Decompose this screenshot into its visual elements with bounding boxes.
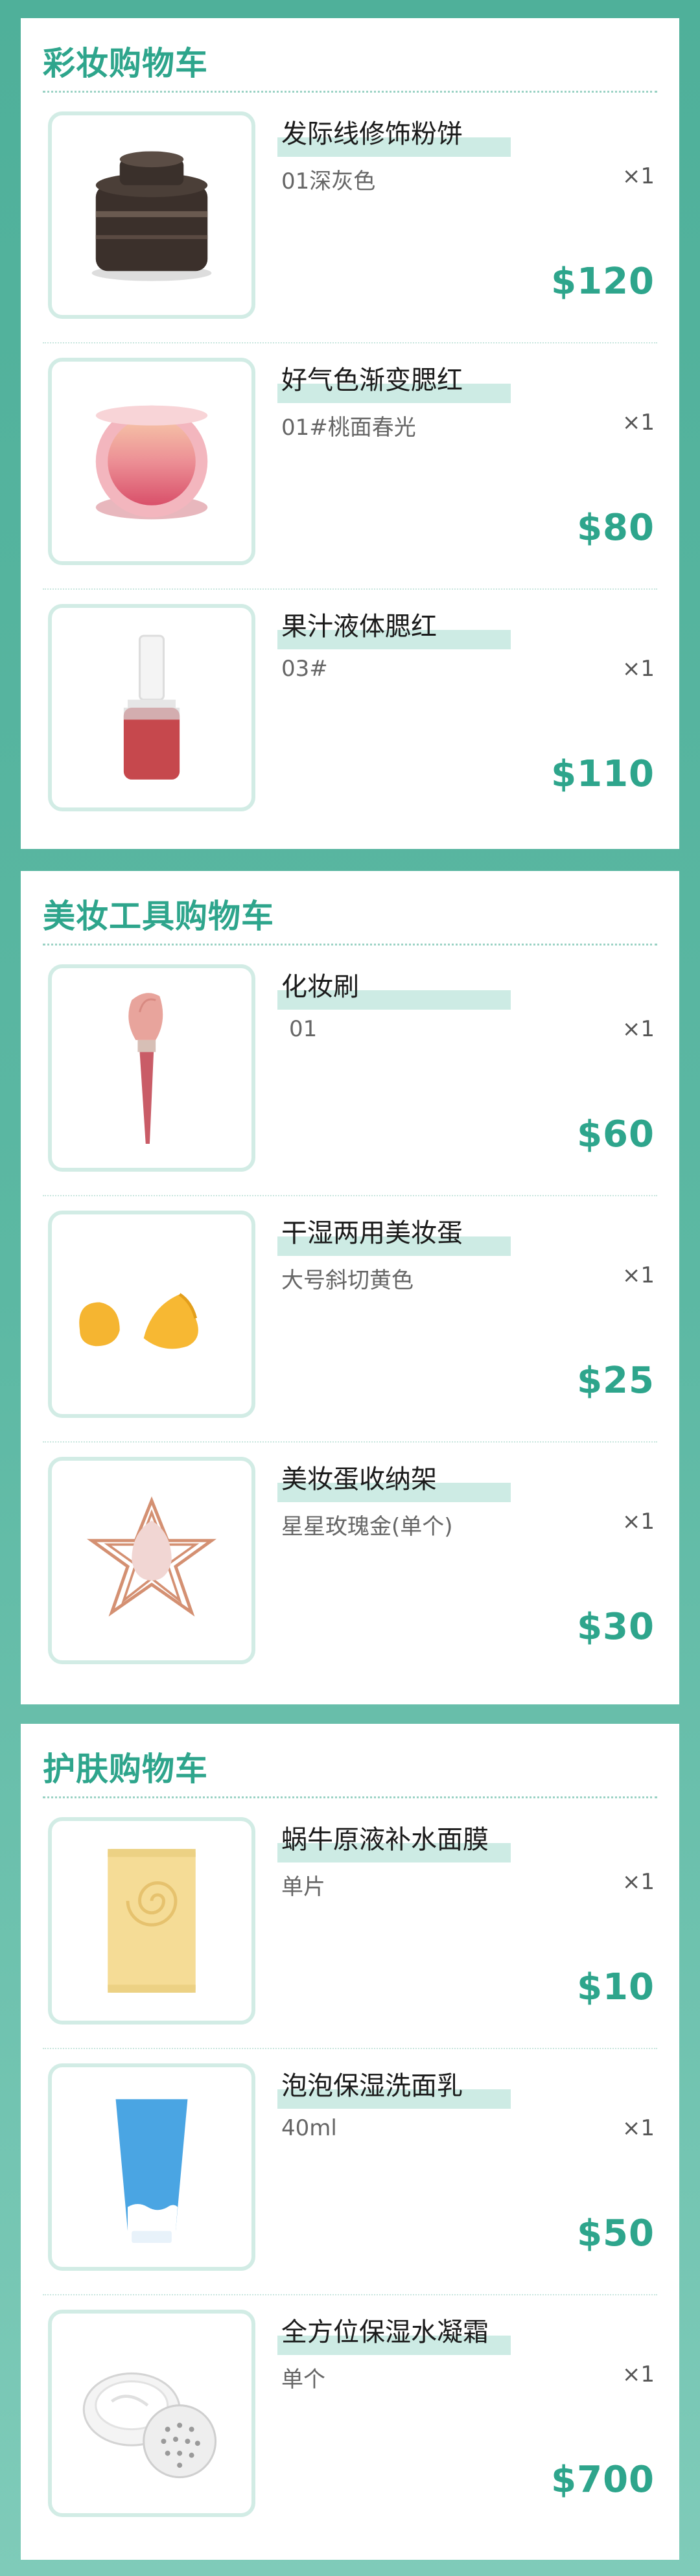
cart-item[interactable]: 全方位保湿水凝霜 单个 ×1 $700 xyxy=(43,2295,657,2542)
sponge-holder-icon[interactable] xyxy=(48,1457,255,1664)
item-price: $120 xyxy=(551,261,655,303)
section-divider xyxy=(43,1796,657,1798)
item-name[interactable]: 全方位保湿水凝霜 xyxy=(281,2310,489,2355)
item-variant: 40ml xyxy=(281,2115,337,2141)
item-variant: 01 xyxy=(289,1016,318,1042)
item-quantity[interactable]: ×1 xyxy=(622,410,655,435)
item-variant: 单片 xyxy=(281,1874,325,1900)
cart-item[interactable]: 好气色渐变腮红 01#桃面春光 ×1 $80 xyxy=(43,343,657,590)
makeup-brush-icon[interactable] xyxy=(48,964,255,1172)
powder-compact-icon[interactable] xyxy=(48,111,255,319)
cart-item[interactable]: 果汁液体腮红 03# ×1 $110 xyxy=(43,590,657,836)
item-price: $700 xyxy=(551,2459,655,2501)
item-quantity[interactable]: ×1 xyxy=(622,2115,655,2141)
item-name[interactable]: 好气色渐变腮红 xyxy=(281,358,463,403)
blush-compact-icon[interactable] xyxy=(48,358,255,565)
cream-jar-icon[interactable] xyxy=(48,2310,255,2517)
cleanser-tube-icon[interactable] xyxy=(48,2063,255,2271)
item-name[interactable]: 蜗牛原液补水面膜 xyxy=(281,1817,489,1862)
item-variant: 大号斜切黄色 xyxy=(281,1268,414,1294)
item-price: $110 xyxy=(551,753,655,795)
cart-item[interactable]: 蜗牛原液补水面膜 单片 ×1 $10 xyxy=(43,1803,657,2049)
item-variant: 星星玫瑰金(单个) xyxy=(281,1514,453,1540)
section-divider xyxy=(43,91,657,93)
item-variant: 03# xyxy=(281,656,328,682)
item-quantity[interactable]: ×1 xyxy=(622,1869,655,1895)
item-price: $50 xyxy=(577,2212,655,2255)
cart-item[interactable]: 化妆刷 01 ×1 $60 xyxy=(43,950,657,1196)
section-title: 护肤购物车 xyxy=(43,1750,208,1788)
cart-item[interactable]: 泡泡保湿洗面乳 40ml ×1 $50 xyxy=(43,2049,657,2295)
item-name[interactable]: 发际线修饰粉饼 xyxy=(281,111,463,157)
item-price: $10 xyxy=(577,1966,655,2008)
makeup-sponge-icon[interactable] xyxy=(48,1211,255,1418)
item-name[interactable]: 干湿两用美妆蛋 xyxy=(281,1211,463,1256)
item-variant: 单个 xyxy=(281,2367,325,2393)
item-price: $60 xyxy=(577,1113,655,1155)
cart-item[interactable]: 发际线修饰粉饼 01深灰色 ×1 $120 xyxy=(43,97,657,343)
item-price: $30 xyxy=(577,1606,655,1648)
item-name[interactable]: 果汁液体腮红 xyxy=(281,604,437,649)
item-variant: 01#桃面春光 xyxy=(281,415,416,441)
item-price: $80 xyxy=(577,507,655,549)
item-quantity[interactable]: ×1 xyxy=(622,1509,655,1535)
liquid-blush-icon[interactable] xyxy=(48,604,255,811)
cart-item[interactable]: 美妆蛋收纳架 星星玫瑰金(单个) ×1 $30 xyxy=(43,1443,657,1689)
item-quantity[interactable]: ×1 xyxy=(622,1262,655,1288)
item-name[interactable]: 美妆蛋收纳架 xyxy=(281,1457,437,1502)
section-divider xyxy=(43,944,657,946)
section-title: 彩妆购物车 xyxy=(43,45,208,82)
item-price: $25 xyxy=(577,1360,655,1402)
cart-section-makeup: 彩妆购物车 发际线修饰粉饼 01深灰色 ×1 $120 好气色渐变腮红 01#桃… xyxy=(21,18,679,849)
cart-section-tools: 美妆工具购物车 化妆刷 01 ×1 $60 干湿两用美妆蛋 大号斜切黄色 ×1 xyxy=(21,871,679,1704)
cart-section-skincare: 护肤购物车 蜗牛原液补水面膜 单片 ×1 $10 泡泡保湿洗面乳 40ml ×1 xyxy=(21,1724,679,2560)
item-variant: 01深灰色 xyxy=(281,168,376,194)
face-mask-icon[interactable] xyxy=(48,1817,255,2025)
item-quantity[interactable]: ×1 xyxy=(622,163,655,189)
cart-item[interactable]: 干湿两用美妆蛋 大号斜切黄色 ×1 $25 xyxy=(43,1196,657,1443)
item-quantity[interactable]: ×1 xyxy=(622,1016,655,1042)
item-quantity[interactable]: ×1 xyxy=(622,2361,655,2387)
section-title: 美妆工具购物车 xyxy=(43,898,274,935)
item-name[interactable]: 化妆刷 xyxy=(281,964,359,1010)
item-quantity[interactable]: ×1 xyxy=(622,656,655,682)
item-name[interactable]: 泡泡保湿洗面乳 xyxy=(281,2063,463,2109)
